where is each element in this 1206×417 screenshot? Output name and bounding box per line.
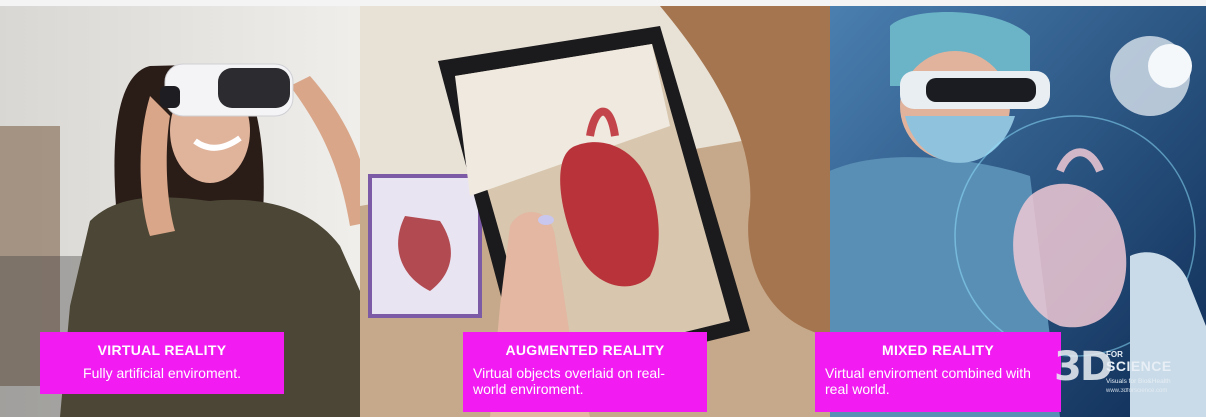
mr-caption-title: MIXED REALITY — [881, 342, 995, 358]
mr-caption-description: Virtual enviroment combined with real wo… — [825, 364, 1031, 398]
ar-caption-box: AUGMENTED REALITY Virtual objects overla… — [463, 332, 707, 412]
ar-glasses-icon — [900, 71, 1050, 109]
ar-caption-title: AUGMENTED REALITY — [505, 342, 665, 358]
reality-comparison-banner: VIRTUAL REALITY Fully artificial envirom… — [0, 0, 1206, 417]
logo-science: SCIENCE — [1106, 358, 1172, 374]
logo-url: www.3dforscience.com — [1106, 388, 1168, 394]
logo-mark: 3D — [1054, 344, 1113, 390]
vr-caption-description: Fully artificial enviroment. — [83, 364, 241, 381]
vr-caption-box: VIRTUAL REALITY Fully artificial envirom… — [40, 332, 284, 394]
3d-for-science-logo: 3D FOR SCIENCE Visuals for Bio&Health ww… — [1054, 344, 1176, 412]
logo-tagline: Visuals for Bio&Health — [1106, 378, 1171, 385]
mr-caption-box: MIXED REALITY Virtual enviroment combine… — [815, 332, 1061, 412]
vr-caption-title: VIRTUAL REALITY — [97, 342, 227, 358]
vr-headset-icon — [160, 63, 294, 117]
ar-caption-description: Virtual objects overlaid on real-world e… — [473, 364, 665, 398]
